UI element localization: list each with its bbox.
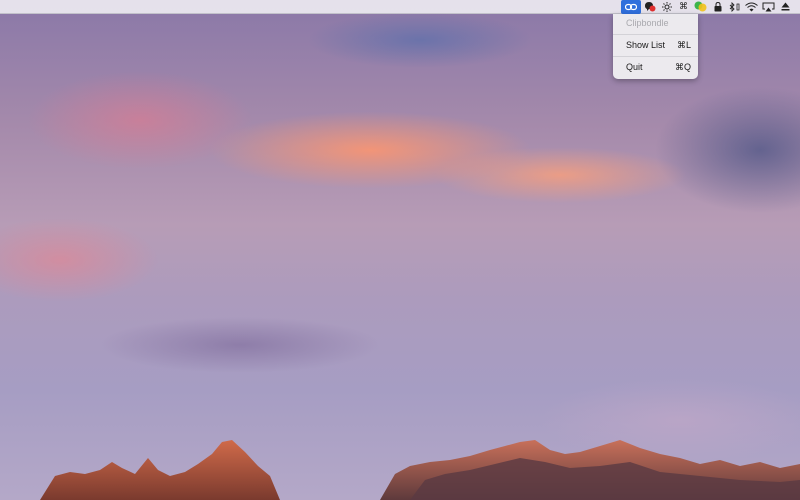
status-item-airplay[interactable] [760, 0, 777, 14]
menu-item-label: Show List [626, 40, 666, 50]
status-item-lock[interactable] [709, 0, 726, 14]
mountain-range [40, 440, 800, 500]
status-bar-items: ⌘ [621, 0, 794, 14]
overlapping-circles-icon [694, 1, 707, 12]
status-item-bluetooth[interactable] [726, 0, 743, 14]
status-item-brightness[interactable] [658, 0, 675, 14]
wifi-icon [745, 2, 758, 11]
bluetooth-icon [729, 1, 739, 12]
eject-icon [781, 2, 790, 11]
status-item-eject[interactable] [777, 0, 794, 14]
status-item-clipbondle[interactable] [621, 0, 641, 14]
menu-item-quit[interactable]: Quit ⌘Q [613, 59, 698, 76]
menu-separator [613, 56, 698, 57]
menu-item-show-list[interactable]: Show List ⌘L [613, 37, 698, 54]
menu-app-name: Clipbondle [626, 18, 669, 28]
brightness-sun-icon [661, 1, 672, 12]
menu-separator [613, 34, 698, 35]
menu-item-shortcut: ⌘Q [674, 62, 691, 72]
menu-item-label: Quit [626, 62, 643, 72]
menu-bar: ⌘ [0, 0, 800, 14]
status-item-notifications[interactable] [641, 0, 658, 14]
airplay-icon [762, 2, 775, 11]
command-icon: ⌘ [679, 1, 688, 11]
desktop-wallpaper: ⌘ Clipbondle Show List ⌘L Quit ⌘Q [0, 0, 800, 500]
clipboard-chain-icon [625, 3, 637, 10]
clipbondle-dropdown-menu: Clipbondle Show List ⌘L Quit ⌘Q [613, 14, 698, 79]
notification-badge-icon [644, 1, 655, 11]
lock-icon [714, 1, 721, 11]
status-item-command[interactable]: ⌘ [675, 0, 692, 14]
status-item-wifi[interactable] [743, 0, 760, 14]
status-item-circles[interactable] [692, 0, 709, 14]
menu-item-shortcut: ⌘L [676, 40, 691, 50]
